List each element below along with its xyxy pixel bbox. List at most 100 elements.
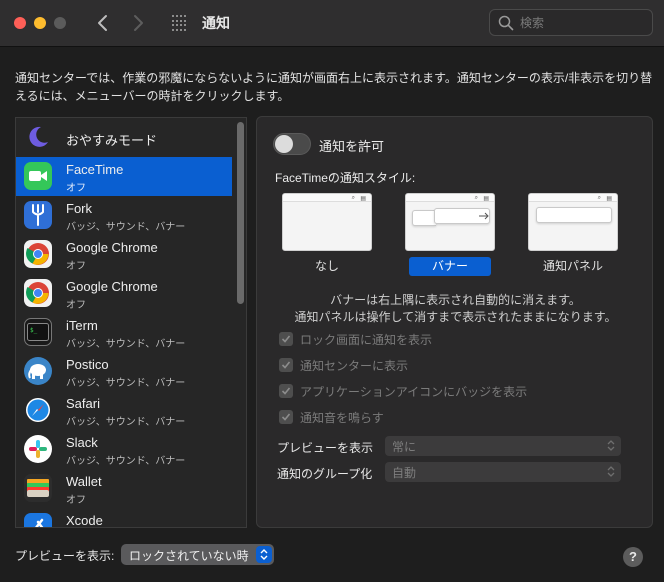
notification-settings-panel: 通知を許可 FaceTimeの通知スタイル: ⌕ ▤ ⌕ ▤ ⌕ ▤ なし バナー 通… (256, 116, 653, 528)
description-text: 通知センターでは、作業の邪魔にならないように通知が画面右上に表示されます。通知セ… (15, 71, 653, 103)
back-button[interactable] (93, 12, 113, 34)
app-name: FaceTime (66, 162, 124, 177)
allow-notifications-toggle[interactable] (273, 133, 311, 155)
checkmark-icon (281, 387, 291, 395)
app-name: iTerm (66, 318, 98, 333)
grouping-label: 通知のグループ化 (277, 467, 373, 481)
app-name: Google Chrome (66, 240, 158, 255)
scrollbar-thumb[interactable] (237, 122, 244, 304)
app-status: オフ (66, 261, 86, 272)
search-input[interactable] (520, 14, 640, 32)
list-item-do-not-disturb[interactable]: おやすみモード (16, 118, 232, 157)
title-bar: 通知 (0, 0, 664, 47)
app-status: バッジ、サウンド、バナー (66, 222, 186, 233)
compass-icon (24, 396, 52, 424)
checkbox-label: ロック画面に通知を表示 (300, 333, 433, 347)
search-icon (498, 15, 514, 31)
explanation-line: バナーは右上隅に表示され自動的に消えます。 (330, 293, 581, 307)
app-name: おやすみモード (66, 133, 158, 148)
checkmark-icon (281, 335, 291, 343)
app-name: Slack (66, 435, 98, 450)
app-name: Safari (66, 396, 100, 411)
checkbox[interactable] (279, 358, 293, 372)
chevron-right-icon (134, 15, 143, 31)
close-window-button[interactable] (14, 17, 26, 29)
style-explanation: バナーは右上隅に表示され自動的に消えます。 通知パネルは操作して消すまで表示され… (257, 292, 654, 326)
bottom-preview-value: ロックされていない時 (129, 549, 249, 563)
explanation-line: 通知パネルは操作して消すまで表示されたままになります。 (294, 310, 617, 324)
list-item-fork[interactable]: Fork バッジ、サウンド、バナー (16, 196, 232, 235)
style-option-none[interactable]: ⌕ ▤ (282, 193, 372, 251)
bottom-preview-label: プレビューを表示: (15, 549, 115, 563)
app-status: オフ (66, 183, 86, 194)
arrow-right-icon (479, 212, 489, 220)
bottom-preview-select[interactable]: ロックされていない時 (121, 544, 274, 565)
grouping-select-value: 自動 (392, 466, 417, 480)
list-item-wallet[interactable]: Wallet オフ (16, 469, 232, 508)
style-option-alert-panel[interactable]: ⌕ ▤ (528, 193, 618, 251)
app-name: Xcode (66, 513, 103, 528)
app-status: バッジ、サウンド、バナー (66, 417, 186, 428)
preview-select-value: 常に (392, 440, 417, 454)
zoom-window-button[interactable] (54, 17, 66, 29)
fork-icon (24, 201, 52, 229)
preview-select[interactable]: 常に (385, 436, 621, 456)
alert-style-label: FaceTimeの通知スタイル: (275, 171, 416, 185)
updown-chevron-icon (607, 440, 615, 451)
list-item-slack[interactable]: Slack バッジ、サウンド、バナー (16, 430, 232, 469)
checkmark-icon (281, 361, 291, 369)
list-item-facetime[interactable]: FaceTime オフ (16, 157, 232, 196)
chrome-icon (24, 279, 52, 307)
checkbox-label: 通知音を鳴らす (300, 411, 384, 425)
checkmark-icon (281, 413, 291, 421)
xcode-icon (24, 513, 52, 527)
terminal-icon: $_ (24, 318, 52, 346)
moon-icon (24, 123, 52, 151)
help-button[interactable]: ? (623, 547, 643, 567)
chrome-icon (24, 240, 52, 268)
minimize-window-button[interactable] (34, 17, 46, 29)
style-caption-banner[interactable]: バナー (409, 257, 491, 276)
forward-button[interactable] (128, 12, 148, 34)
checkbox-label: 通知センターに表示 (300, 359, 409, 373)
checkbox[interactable] (279, 332, 293, 346)
list-item-google-chrome[interactable]: Google Chrome オフ (16, 235, 232, 274)
list-item-google-chrome[interactable]: Google Chrome オフ (16, 274, 232, 313)
updown-chevron-icon (607, 466, 615, 477)
wallet-icon (24, 474, 52, 502)
svg-text:$_: $_ (30, 327, 38, 334)
style-caption-none[interactable]: なし (312, 257, 342, 274)
style-caption-alert-panel[interactable]: 通知パネル (532, 257, 614, 274)
app-status: バッジ、サウンド、バナー (66, 456, 186, 467)
preview-label: プレビューを表示 (277, 441, 374, 455)
chevron-left-icon (98, 15, 107, 31)
allow-notifications-label: 通知を許可 (319, 139, 385, 154)
list-item-xcode[interactable]: Xcode (16, 508, 232, 528)
show-all-grid-icon[interactable] (172, 15, 188, 31)
style-option-banner[interactable]: ⌕ ▤ (405, 193, 495, 251)
app-name: Postico (66, 357, 109, 372)
list-item-postico[interactable]: Postico バッジ、サウンド、バナー (16, 352, 232, 391)
elephant-icon (24, 357, 52, 385)
slack-icon (24, 435, 52, 463)
list-scrollbar[interactable] (233, 118, 246, 527)
list-item-safari[interactable]: Safari バッジ、サウンド、バナー (16, 391, 232, 430)
window-title: 通知 (202, 15, 230, 31)
checkbox[interactable] (279, 410, 293, 424)
app-name: Wallet (66, 474, 102, 489)
facetime-icon (24, 162, 52, 190)
app-name: Google Chrome (66, 279, 158, 294)
app-status: オフ (66, 300, 86, 311)
checkbox[interactable] (279, 384, 293, 398)
list-item-iterm[interactable]: $_ iTerm バッジ、サウンド、バナー (16, 313, 232, 352)
app-list[interactable]: おやすみモード FaceTime オフ Fork バッジ、サウンド、バナー Go… (15, 117, 247, 528)
select-arrow-button[interactable] (256, 546, 272, 563)
app-status: バッジ、サウンド、バナー (66, 378, 186, 389)
app-status: オフ (66, 495, 86, 506)
app-name: Fork (66, 201, 92, 216)
search-field[interactable] (489, 9, 653, 36)
grouping-select[interactable]: 自動 (385, 462, 621, 482)
updown-chevron-icon (260, 549, 268, 560)
app-status: バッジ、サウンド、バナー (66, 339, 186, 350)
checkbox-label: アプリケーションアイコンにバッジを表示 (300, 385, 528, 399)
